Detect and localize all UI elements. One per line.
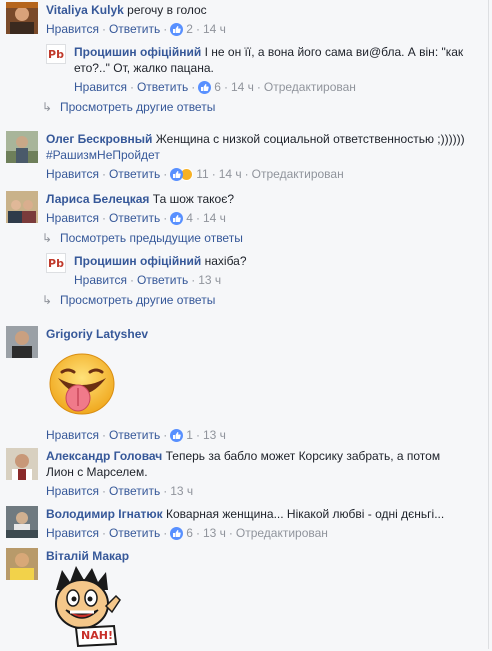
edited-label[interactable]: Отредактирован xyxy=(252,167,344,181)
reply-button[interactable]: Ответить xyxy=(109,22,160,36)
comment-text: Коварная женщина... Нікакой любві - одні… xyxy=(165,507,445,521)
reply-button[interactable]: Ответить xyxy=(109,167,160,181)
comment-actions: Нравится · Ответить · 4 · 14 ч xyxy=(46,211,226,225)
like-button[interactable]: Нравится xyxy=(46,22,99,36)
timestamp[interactable]: 13 ч xyxy=(203,428,226,442)
reply-button[interactable]: Ответить xyxy=(109,484,160,498)
avatar[interactable] xyxy=(6,131,38,163)
reply-button[interactable]: Ответить xyxy=(109,526,160,540)
comment-actions: Нравится · Ответить · 2 · 14 ч xyxy=(46,22,226,36)
like-count[interactable]: 4 xyxy=(186,211,193,225)
like-reaction-icon[interactable] xyxy=(170,429,184,442)
avatar[interactable] xyxy=(6,191,38,223)
avatar[interactable] xyxy=(6,506,38,538)
tongue-emoji-sticker xyxy=(48,348,116,418)
comment-actions: Нравится · Ответить · 11 · 14 ч · Отредактирован xyxy=(46,167,344,181)
nah-cartoon-sticker: NAH! xyxy=(46,566,128,648)
reply-button[interactable]: Ответить xyxy=(109,211,160,225)
like-button[interactable]: Нравится xyxy=(74,273,127,287)
like-count[interactable]: 2 xyxy=(186,22,193,36)
timestamp[interactable]: 14 ч xyxy=(203,211,226,225)
timestamp[interactable]: 14 ч xyxy=(219,167,242,181)
comment-text: Та шож такоє? xyxy=(152,192,234,206)
like-reaction-icon[interactable] xyxy=(198,81,212,94)
like-reaction-icon[interactable] xyxy=(170,527,184,540)
comment-author[interactable]: Процишин офіційний xyxy=(74,45,201,59)
like-button[interactable]: Нравится xyxy=(46,211,99,225)
like-reaction-icon[interactable] xyxy=(170,212,184,225)
comment-text: Женщина с низкой социальной ответственно… xyxy=(155,132,465,146)
comment-text: регочу в голос xyxy=(127,3,207,17)
comment-author[interactable]: Grigoriy Latyshev xyxy=(46,327,148,341)
comment-actions: Нравится · Ответить · 13 ч xyxy=(74,273,222,287)
edited-label[interactable]: Отредактирован xyxy=(264,80,356,94)
reply-arrow-icon: ↳ xyxy=(42,231,53,245)
avatar[interactable] xyxy=(6,448,38,480)
comment-author[interactable]: Лариса Белецкая xyxy=(46,192,149,206)
like-button[interactable]: Нравится xyxy=(74,80,127,94)
pb-logo: Pb xyxy=(48,47,64,61)
comment-author[interactable]: Володимир Ігнатюк xyxy=(46,507,163,521)
timestamp[interactable]: 14 ч xyxy=(231,80,254,94)
edited-label[interactable]: Отредактирован xyxy=(236,526,328,540)
avatar[interactable] xyxy=(6,548,38,580)
like-count[interactable]: 6 xyxy=(186,526,193,540)
timestamp[interactable]: 13 ч xyxy=(203,526,226,540)
reply-button[interactable]: Ответить xyxy=(137,273,188,287)
like-button[interactable]: Нравится xyxy=(46,484,99,498)
view-more-replies-link[interactable]: ↳ Просмотреть другие ответы xyxy=(42,292,215,308)
timestamp[interactable]: 13 ч xyxy=(198,273,221,287)
like-button[interactable]: Нравится xyxy=(46,428,99,442)
reply-button[interactable]: Ответить xyxy=(109,428,160,442)
view-previous-replies-link[interactable]: ↳ Посмотреть предыдущие ответы xyxy=(42,230,243,246)
avatar[interactable]: Pb xyxy=(46,253,66,273)
avatar[interactable]: Pb xyxy=(46,44,66,64)
reply-arrow-icon: ↳ xyxy=(42,100,53,114)
timestamp[interactable]: 13 ч xyxy=(170,484,193,498)
like-count[interactable]: 11 xyxy=(196,167,208,181)
comment-author[interactable]: Vitaliya Kulyk xyxy=(46,3,124,17)
like-count[interactable]: 6 xyxy=(214,80,221,94)
reply-button[interactable]: Ответить xyxy=(137,80,188,94)
comment-author[interactable]: Процишин офіційний xyxy=(74,254,201,268)
comment-actions: Нравится · Ответить · 6 · 13 ч · Отредактирован xyxy=(46,526,328,540)
comment-author[interactable]: Александр Головач xyxy=(46,449,162,463)
like-button[interactable]: Нравится xyxy=(46,167,99,181)
pb-logo: Pb xyxy=(48,256,64,270)
avatar[interactable] xyxy=(6,2,38,34)
like-button[interactable]: Нравится xyxy=(46,526,99,540)
like-count[interactable]: 1 xyxy=(186,428,193,442)
like-reaction-icon[interactable] xyxy=(170,23,184,36)
reply-arrow-icon: ↳ xyxy=(42,293,53,307)
timestamp[interactable]: 14 ч xyxy=(203,22,226,36)
comment-author[interactable]: Олег Бескровный xyxy=(46,132,152,146)
comment-actions: Нравится · Ответить · 1 · 13 ч xyxy=(46,428,226,442)
sticker-text: NAH! xyxy=(81,629,113,642)
hashtag-link[interactable]: #РашизмНеПройдет xyxy=(46,148,160,162)
view-more-replies-link[interactable]: ↳ Просмотреть другие ответы xyxy=(42,99,215,115)
comment-author[interactable]: Віталій Макар xyxy=(46,549,129,563)
comment-text: нахіба? xyxy=(204,254,247,268)
comments-panel: Vitaliya Kulyk регочу в голос Нравится · О… xyxy=(0,0,489,649)
comment-actions: Нравится · Ответить · 13 ч xyxy=(46,484,194,498)
avatar[interactable] xyxy=(6,326,38,358)
comment-actions: Нравится · Ответить · 6 · 14 ч · Отредактирован xyxy=(74,80,356,94)
